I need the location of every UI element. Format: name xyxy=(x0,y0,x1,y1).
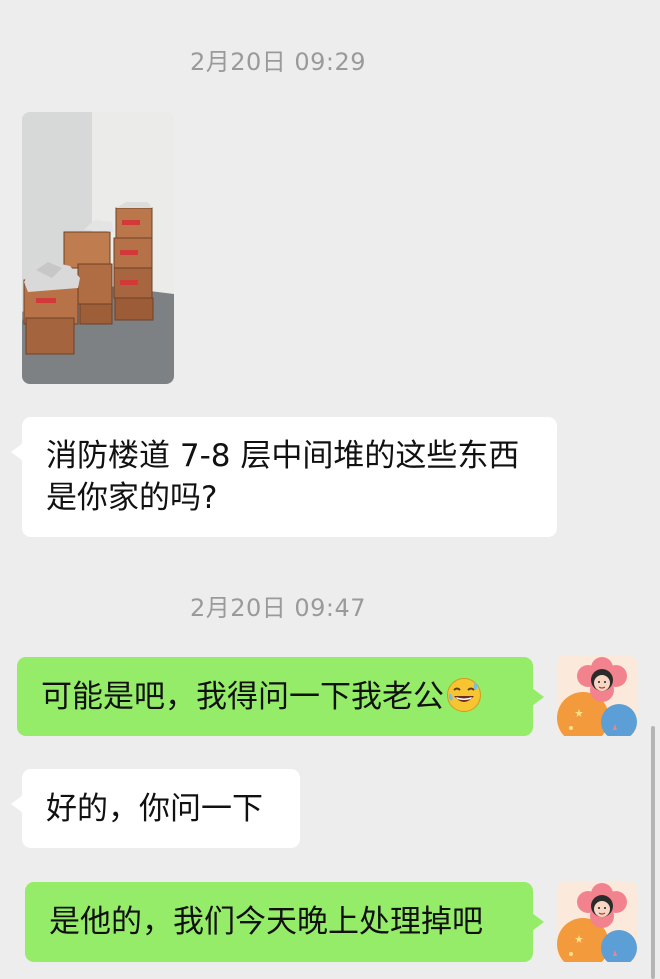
illustrated-girl-avatar-icon xyxy=(557,656,637,736)
timestamp: 2月20日 09:29 xyxy=(189,48,367,76)
message-text-line: 消防楼道 7-8 层中间堆的这些东西 xyxy=(46,438,520,474)
timestamp: 2月20日 09:47 xyxy=(189,594,367,622)
message-bubble-outgoing[interactable]: 是他的，我们今天晚上处理掉吧 xyxy=(25,882,544,962)
image-message[interactable] xyxy=(22,112,174,384)
message-bubble-incoming[interactable]: 消防楼道 7-8 层中间堆的这些东西 是你家的吗? xyxy=(11,417,557,537)
message-text: 好的，你问一下 xyxy=(46,791,263,827)
avatar[interactable] xyxy=(557,882,637,962)
message-bubble-outgoing[interactable]: 可能是吧，我得问一下我老公 xyxy=(17,657,544,736)
grinning-face-with-sweat-icon xyxy=(446,677,482,724)
avatar[interactable] xyxy=(557,656,637,736)
stairwell-boxes-photo xyxy=(22,112,174,384)
message-text: 是他的，我们今天晚上处理掉吧 xyxy=(49,904,483,940)
scrollbar[interactable] xyxy=(651,726,655,979)
message-text: 可能是吧，我得问一下我老公 xyxy=(41,679,444,715)
illustrated-girl-avatar-icon xyxy=(557,882,637,962)
message-bubble-incoming[interactable]: 好的，你问一下 xyxy=(11,769,300,848)
message-text-line: 是你家的吗? xyxy=(46,480,218,516)
